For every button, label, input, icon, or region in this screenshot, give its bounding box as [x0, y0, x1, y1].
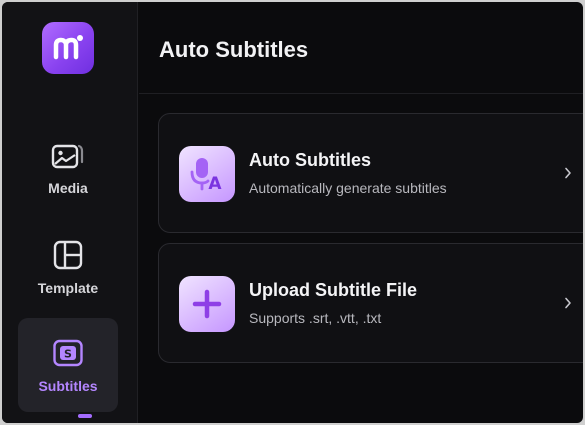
plus-icon	[179, 276, 235, 332]
subtitle-s-icon: S	[51, 336, 85, 370]
sidebar-item-template[interactable]: Template	[18, 220, 118, 314]
image-gallery-icon	[51, 138, 85, 172]
active-indicator	[78, 414, 92, 418]
sidebar: Media Template S Subtitles	[2, 2, 138, 423]
sidebar-item-media[interactable]: Media	[18, 120, 118, 214]
chevron-right-icon	[561, 164, 575, 182]
card-subtitle: Automatically generate subtitles	[249, 180, 447, 196]
header: Auto Subtitles	[139, 2, 583, 94]
page-title: Auto Subtitles	[159, 37, 309, 62]
svg-text:A: A	[208, 174, 222, 194]
sidebar-item-subtitles[interactable]: S Subtitles	[18, 318, 118, 418]
microphone-a-icon: A	[179, 146, 235, 202]
app-logo[interactable]	[42, 22, 94, 74]
sidebar-item-label: Media	[48, 180, 88, 196]
upload-subtitle-file-card[interactable]: Upload Subtitle File Supports .srt, .vtt…	[158, 243, 583, 363]
auto-subtitles-card[interactable]: A Auto Subtitles Automatically generate …	[158, 113, 583, 233]
app-window: Media Template S Subtitles Auto Subtitle…	[2, 2, 583, 423]
m-logo-icon	[53, 35, 83, 60]
card-title: Auto Subtitles	[249, 150, 371, 170]
svg-text:S: S	[64, 348, 72, 361]
sidebar-item-label: Template	[37, 280, 99, 296]
card-subtitle: Supports .srt, .vtt, .txt	[249, 310, 382, 326]
chevron-right-icon	[561, 294, 575, 312]
sidebar-item-label: Subtitles	[38, 378, 98, 394]
layout-grid-icon	[51, 238, 85, 272]
card-title: Upload Subtitle File	[249, 280, 418, 300]
